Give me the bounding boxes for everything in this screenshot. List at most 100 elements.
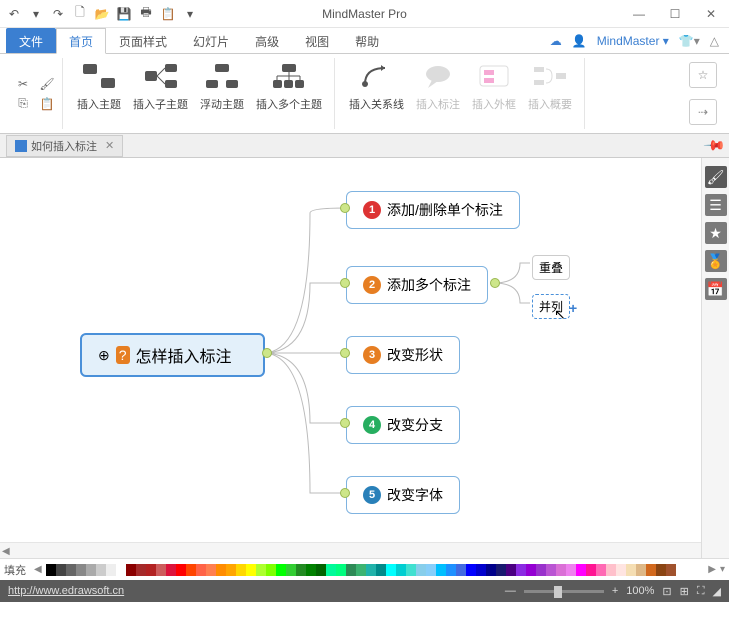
user-icon[interactable]: 👤	[572, 34, 587, 48]
insert-topic-button[interactable]: 插入主题	[71, 58, 127, 114]
shirt-icon[interactable]: 👕▾	[679, 34, 700, 48]
side-star-button[interactable]: ★	[705, 222, 727, 244]
color-swatch[interactable]	[376, 564, 386, 576]
color-swatch[interactable]	[96, 564, 106, 576]
color-swatch[interactable]	[446, 564, 456, 576]
canvas[interactable]: ⊕ ? 怎样插入标注 1添加/删除单个标注 2添加多个标注 3改变形状 4改变分…	[0, 158, 729, 558]
connector-dot[interactable]	[340, 488, 350, 498]
color-swatch[interactable]	[316, 564, 326, 576]
color-swatch[interactable]	[326, 564, 336, 576]
connector-dot[interactable]	[490, 278, 500, 288]
layout-icon[interactable]: ⊞	[680, 585, 689, 598]
color-swatch[interactable]	[436, 564, 446, 576]
document-tab[interactable]: 如何插入标注 ✕	[6, 135, 123, 157]
callout-button[interactable]: 插入标注	[410, 58, 466, 114]
connector-dot[interactable]	[340, 348, 350, 358]
color-swatch[interactable]	[646, 564, 656, 576]
color-swatch[interactable]	[106, 564, 116, 576]
copy-icon[interactable]: ⎘	[14, 95, 32, 113]
color-swatch[interactable]	[636, 564, 646, 576]
more-button[interactable]: ⇢	[689, 99, 717, 125]
tab-file[interactable]: 文件	[6, 28, 56, 53]
color-swatch[interactable]	[186, 564, 196, 576]
color-swatch[interactable]	[536, 564, 546, 576]
color-swatch[interactable]	[226, 564, 236, 576]
collapse-ribbon-icon[interactable]: △	[710, 34, 719, 48]
color-swatch[interactable]	[656, 564, 666, 576]
color-swatch[interactable]	[456, 564, 466, 576]
color-swatch[interactable]	[386, 564, 396, 576]
minimize-button[interactable]: —	[627, 4, 651, 24]
horizontal-scrollbar[interactable]: ◀ ▶	[0, 542, 713, 558]
zoom-thumb[interactable]	[554, 586, 562, 598]
cloud-icon[interactable]: ☁	[550, 34, 562, 48]
color-swatch[interactable]	[596, 564, 606, 576]
color-swatch[interactable]	[146, 564, 156, 576]
color-swatch[interactable]	[156, 564, 166, 576]
color-swatch[interactable]	[206, 564, 216, 576]
new-icon[interactable]: 🗋	[72, 6, 88, 22]
color-swatch[interactable]	[66, 564, 76, 576]
color-swatch[interactable]	[586, 564, 596, 576]
color-swatch[interactable]	[296, 564, 306, 576]
fit-page-icon[interactable]: ⊡	[662, 585, 671, 598]
maximize-button[interactable]: ☐	[663, 4, 687, 24]
boundary-button[interactable]: 插入外框	[466, 58, 522, 114]
mindmaster-link[interactable]: MindMaster ▾	[597, 34, 669, 48]
color-swatch[interactable]	[396, 564, 406, 576]
status-url[interactable]: http://www.edrawsoft.cn	[8, 585, 124, 597]
color-swatch[interactable]	[126, 564, 136, 576]
color-swatch[interactable]	[406, 564, 416, 576]
print-icon[interactable]: 🖶	[138, 6, 154, 22]
color-swatch[interactable]	[606, 564, 616, 576]
connector-dot[interactable]	[340, 203, 350, 213]
topic-node-4[interactable]: 4改变分支	[346, 406, 460, 444]
color-swatch[interactable]	[266, 564, 276, 576]
color-swatch[interactable]	[256, 564, 266, 576]
palette-dropdown-icon[interactable]: ▾	[720, 564, 725, 575]
topic-node-3[interactable]: 3改变形状	[346, 336, 460, 374]
color-swatch[interactable]	[576, 564, 586, 576]
color-swatch[interactable]	[566, 564, 576, 576]
tab-advanced[interactable]: 高级	[242, 28, 292, 53]
color-swatch[interactable]	[616, 564, 626, 576]
color-swatch[interactable]	[76, 564, 86, 576]
color-swatch[interactable]	[136, 564, 146, 576]
center-topic[interactable]: ⊕ ? 怎样插入标注	[80, 333, 265, 377]
zoom-slider[interactable]	[524, 590, 604, 593]
insert-subtopic-button[interactable]: 插入子主题	[127, 58, 194, 114]
color-swatch[interactable]	[526, 564, 536, 576]
color-swatch[interactable]	[196, 564, 206, 576]
color-swatch[interactable]	[496, 564, 506, 576]
fullscreen-icon[interactable]: ⛶	[697, 585, 705, 598]
topic-node-2[interactable]: 2添加多个标注	[346, 266, 488, 304]
zoom-out-button[interactable]: —	[505, 585, 516, 597]
color-swatch[interactable]	[116, 564, 126, 576]
color-swatch[interactable]	[426, 564, 436, 576]
export-icon[interactable]: 📋	[160, 6, 176, 22]
color-swatch[interactable]	[86, 564, 96, 576]
redo-icon[interactable]: ↷	[50, 6, 66, 22]
summary-button[interactable]: 插入概要	[522, 58, 578, 114]
color-swatch[interactable]	[356, 564, 366, 576]
paste-icon[interactable]: 📋	[38, 95, 56, 113]
color-swatch[interactable]	[286, 564, 296, 576]
scroll-left-icon[interactable]: ◀	[2, 546, 10, 557]
connector-dot[interactable]	[340, 418, 350, 428]
color-swatch[interactable]	[216, 564, 226, 576]
color-swatch[interactable]	[516, 564, 526, 576]
open-icon[interactable]: 📂	[94, 6, 110, 22]
color-swatch[interactable]	[556, 564, 566, 576]
symbol-button[interactable]: ☆	[689, 62, 717, 88]
topic-node-1[interactable]: 1添加/删除单个标注	[346, 191, 520, 229]
qat-dropdown-icon[interactable]: ▾	[182, 6, 198, 22]
color-swatch[interactable]	[246, 564, 256, 576]
save-icon[interactable]: 💾	[116, 6, 132, 22]
color-swatch[interactable]	[506, 564, 516, 576]
tab-page-style[interactable]: 页面样式	[106, 28, 180, 53]
color-swatch[interactable]	[306, 564, 316, 576]
side-brush-button[interactable]: 🖌	[705, 166, 727, 188]
color-swatch[interactable]	[466, 564, 476, 576]
cut-icon[interactable]: ✂	[14, 75, 32, 93]
pin-icon[interactable]: 📌	[702, 133, 726, 157]
